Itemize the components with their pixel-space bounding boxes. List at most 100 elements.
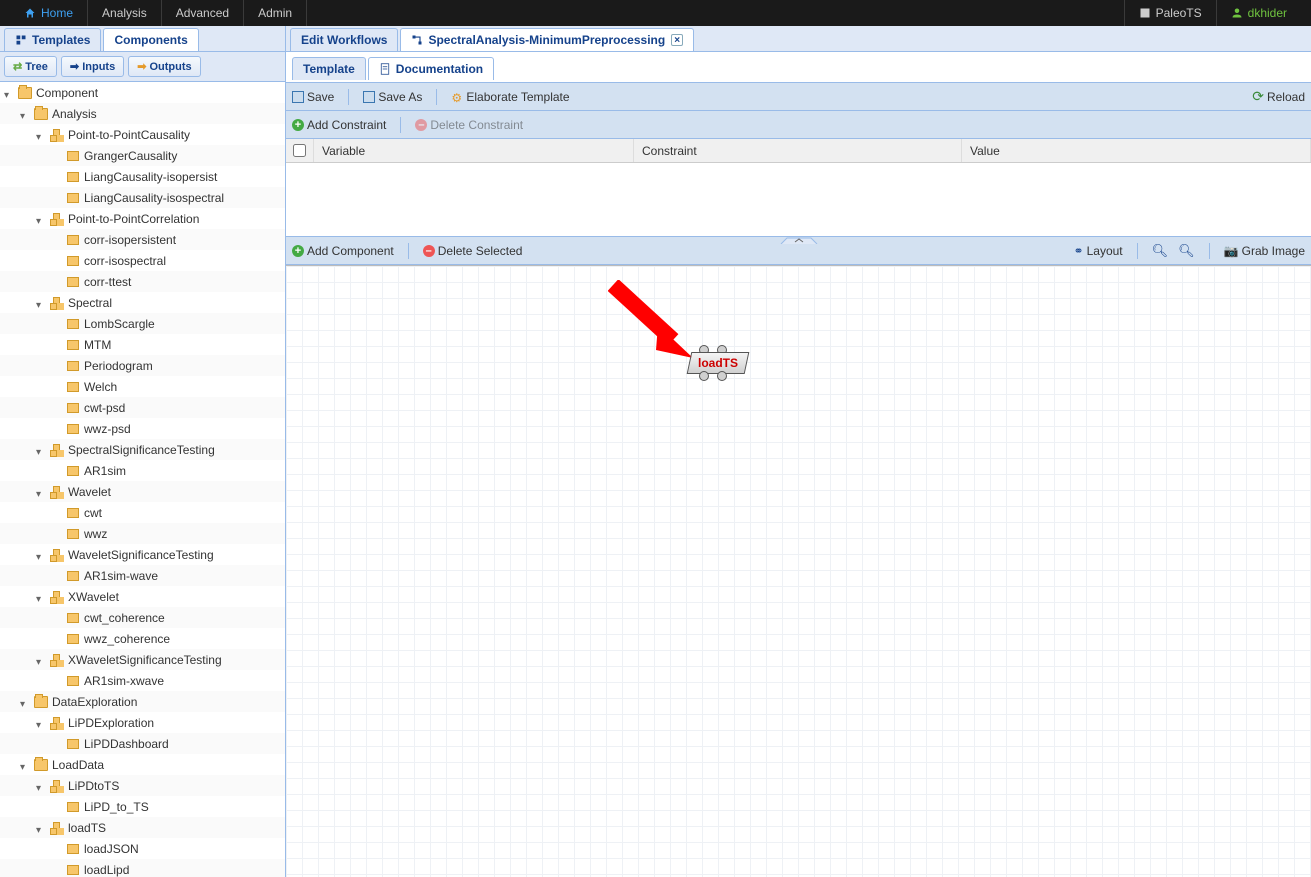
tree-node[interactable]: loadJSON xyxy=(0,838,285,859)
panel-collapse-handle[interactable] xyxy=(779,236,819,244)
tab-templates[interactable]: Templates xyxy=(4,28,101,51)
component-icon xyxy=(66,402,80,414)
component-icon xyxy=(66,192,80,204)
component-icon xyxy=(66,633,80,645)
tree-node[interactable]: corr-ttest xyxy=(0,271,285,292)
tree-node[interactable]: wwz_coherence xyxy=(0,628,285,649)
tree-node[interactable]: XWavelet xyxy=(0,586,285,607)
class-icon xyxy=(50,213,64,225)
zoom-in-button[interactable]: 🔍︎ xyxy=(1152,243,1169,259)
component-tree[interactable]: Component Analysis Point-to-PointCausali… xyxy=(0,82,285,877)
tree-node[interactable]: AR1sim-xwave xyxy=(0,670,285,691)
col-constraint[interactable]: Constraint xyxy=(634,139,962,162)
subtab-template[interactable]: Template xyxy=(292,57,366,80)
user-menu[interactable]: dkhider xyxy=(1216,0,1301,26)
tree-node[interactable]: LiPDDashboard xyxy=(0,733,285,754)
tree-node[interactable]: GrangerCausality xyxy=(0,145,285,166)
tree-node[interactable]: AR1sim-wave xyxy=(0,565,285,586)
save-as-button[interactable]: Save As xyxy=(363,90,422,104)
plus-icon: + xyxy=(292,245,304,257)
workflow-canvas[interactable]: loadTS xyxy=(286,265,1311,877)
tree-node[interactable]: LiPDtoTS xyxy=(0,775,285,796)
node-port[interactable] xyxy=(717,371,727,381)
elaborate-button[interactable]: ⚙Elaborate Template xyxy=(451,90,569,104)
tree-node[interactable]: corr-isospectral xyxy=(0,250,285,271)
subtab-documentation[interactable]: Documentation xyxy=(368,57,494,80)
tree-node[interactable]: WaveletSignificanceTesting xyxy=(0,544,285,565)
tree-node-analysis[interactable]: Analysis xyxy=(0,103,285,124)
home-icon xyxy=(24,7,36,19)
gear-icon: ⚙ xyxy=(451,91,463,103)
constraints-grid-body xyxy=(286,163,1311,236)
tree-node[interactable]: Wavelet xyxy=(0,481,285,502)
tree-node[interactable]: LiangCausality-isopersist xyxy=(0,166,285,187)
class-icon xyxy=(50,591,64,603)
add-component-button[interactable]: +Add Component xyxy=(292,244,394,258)
tree-node[interactable]: Point-to-PointCausality xyxy=(0,124,285,145)
tree-node[interactable]: MTM xyxy=(0,334,285,355)
tree-node[interactable]: Periodogram xyxy=(0,355,285,376)
select-all-checkbox[interactable] xyxy=(286,139,314,162)
component-icon xyxy=(66,171,80,183)
tab-close-icon[interactable]: × xyxy=(671,34,683,46)
view-tree-button[interactable]: ⇄ Tree xyxy=(4,56,57,77)
tree-node[interactable]: XWaveletSignificanceTesting xyxy=(0,649,285,670)
tree-node[interactable]: AR1sim xyxy=(0,460,285,481)
class-icon xyxy=(50,486,64,498)
tree-node[interactable]: LiangCausality-isospectral xyxy=(0,187,285,208)
minus-icon: – xyxy=(423,245,435,257)
canvas-node-loadts[interactable]: loadTS xyxy=(689,352,747,374)
tree-node[interactable]: wwz xyxy=(0,523,285,544)
component-icon xyxy=(66,864,80,876)
tree-node[interactable]: corr-isopersistent xyxy=(0,229,285,250)
tree-node[interactable]: Point-to-PointCorrelation xyxy=(0,208,285,229)
app-name[interactable]: PaleoTS xyxy=(1124,0,1216,26)
tab-components[interactable]: Components xyxy=(103,28,198,51)
col-variable[interactable]: Variable xyxy=(314,139,634,162)
nav-advanced[interactable]: Advanced xyxy=(162,0,244,26)
grab-image-button[interactable]: 📷Grab Image xyxy=(1224,244,1305,258)
tree-node[interactable]: cwt-psd xyxy=(0,397,285,418)
add-constraint-button[interactable]: +Add Constraint xyxy=(292,118,386,132)
component-icon xyxy=(66,843,80,855)
nav-analysis[interactable]: Analysis xyxy=(88,0,162,26)
delete-selected-button[interactable]: –Delete Selected xyxy=(423,244,523,258)
tree-node[interactable]: cwt_coherence xyxy=(0,607,285,628)
tree-node[interactable]: LiPDExploration xyxy=(0,712,285,733)
component-icon xyxy=(66,360,80,372)
tree-node[interactable]: LoadData xyxy=(0,754,285,775)
zoom-in-icon: 🔍︎ xyxy=(1152,243,1169,259)
component-icon xyxy=(66,276,80,288)
layout-button[interactable]: ⚭Layout xyxy=(1074,244,1123,258)
tree-node[interactable]: Spectral xyxy=(0,292,285,313)
save-button[interactable]: Save xyxy=(292,90,334,104)
minus-icon: – xyxy=(415,119,427,131)
tab-workflow[interactable]: SpectralAnalysis-MinimumPreprocessing × xyxy=(400,28,694,51)
col-value[interactable]: Value xyxy=(962,139,1311,162)
nav-admin[interactable]: Admin xyxy=(244,0,307,26)
zoom-out-button[interactable]: 🔍︎ xyxy=(1178,243,1195,259)
tree-node[interactable]: SpectralSignificanceTesting xyxy=(0,439,285,460)
tree-node[interactable]: Welch xyxy=(0,376,285,397)
templates-icon xyxy=(15,34,27,46)
tree-node[interactable]: cwt xyxy=(0,502,285,523)
component-icon xyxy=(66,339,80,351)
tree-node-loadts[interactable]: loadTS xyxy=(0,817,285,838)
node-label: loadTS xyxy=(698,356,738,370)
tab-edit-workflows[interactable]: Edit Workflows xyxy=(290,28,398,51)
tree-node[interactable]: wwz-psd xyxy=(0,418,285,439)
reload-button[interactable]: ⟳Reload xyxy=(1252,88,1305,105)
view-inputs-button[interactable]: ➡ Inputs xyxy=(61,56,124,77)
inputs-icon: ➡ xyxy=(70,60,79,73)
tree-node[interactable]: LombScargle xyxy=(0,313,285,334)
tree-node-component[interactable]: Component xyxy=(0,82,285,103)
nav-home[interactable]: Home xyxy=(10,0,88,26)
tree-node[interactable]: LiPD_to_TS xyxy=(0,796,285,817)
node-port[interactable] xyxy=(699,371,709,381)
class-icon xyxy=(50,780,64,792)
tree-node[interactable]: DataExploration xyxy=(0,691,285,712)
layout-icon: ⚭ xyxy=(1074,244,1084,258)
view-outputs-button[interactable]: ➡ Outputs xyxy=(128,56,200,77)
delete-constraint-button[interactable]: –Delete Constraint xyxy=(415,118,523,132)
tree-node[interactable]: loadLipd xyxy=(0,859,285,877)
